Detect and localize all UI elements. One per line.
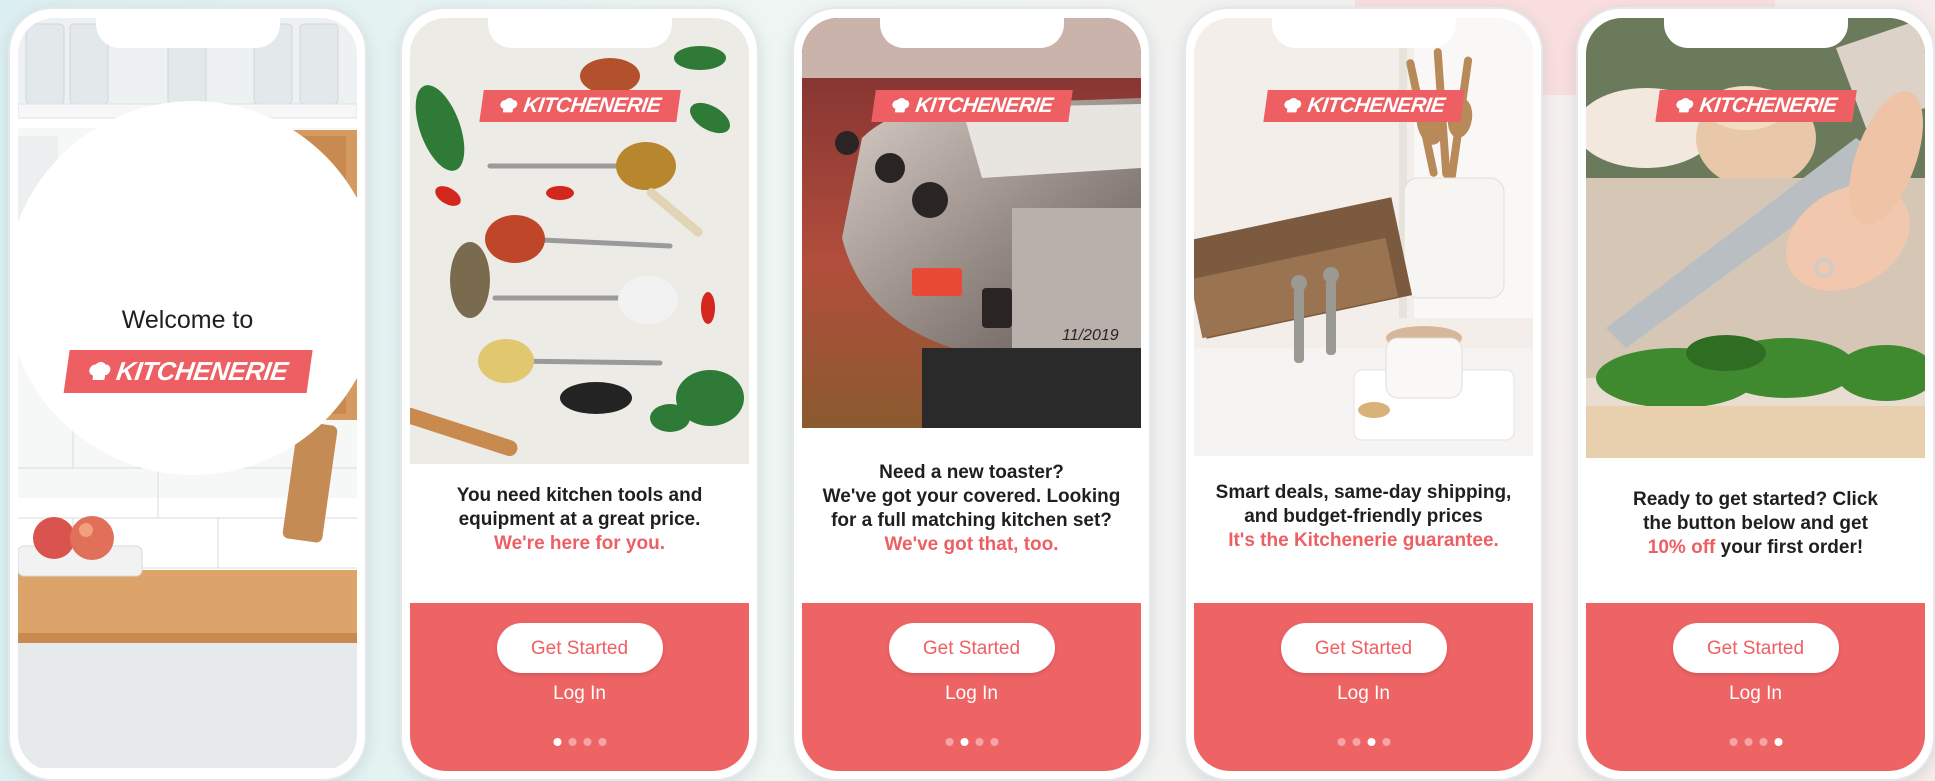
copy-line: We've got your covered. Looking: [822, 486, 1121, 507]
copy-line: and budget-friendly prices: [1244, 506, 1483, 527]
copy-line: the button below and get: [1643, 513, 1868, 534]
page-dot[interactable]: [1744, 738, 1752, 746]
logo-text: KITCHENERIE: [913, 94, 1054, 117]
copy-line: Smart deals, same-day shipping,: [1215, 482, 1512, 503]
onboarding-screen-4: KITCHENERIE Ready to get started? Click …: [1586, 18, 1925, 771]
brand-logo: KITCHENERIE: [478, 90, 681, 122]
copy-line: Need a new toaster?: [879, 462, 1064, 483]
phone-welcome: Welcome to KITCHENERIE: [8, 7, 367, 781]
onboarding-copy: You need kitchen tools and equipment at …: [420, 484, 739, 556]
toaster-photo: 11/2019: [802, 18, 1141, 428]
onboarding-screen-2: 11/2019 KITCHENERIE Need a new toaster? …: [802, 18, 1141, 771]
log-in-link[interactable]: Log In: [945, 683, 998, 705]
copy-line: for a full matching kitchen set?: [831, 510, 1112, 531]
copy-highlight: We've got that, too.: [884, 534, 1059, 555]
page-dot[interactable]: [1759, 738, 1767, 746]
page-dot[interactable]: [1352, 738, 1360, 746]
log-in-link[interactable]: Log In: [1729, 683, 1782, 705]
copy-highlight: We're here for you.: [494, 533, 665, 554]
brand-logo: KITCHENERIE: [1654, 90, 1857, 122]
logo-text: KITCHENERIE: [114, 356, 290, 386]
phone-onboarding-4: KITCHENERIE Ready to get started? Click …: [1576, 7, 1935, 781]
phone-onboarding-1: KITCHENERIE You need kitchen tools and e…: [400, 7, 759, 781]
copy-highlight: It's the Kitchenerie guarantee.: [1228, 530, 1499, 551]
copy-line-end: your first order!: [1715, 537, 1864, 558]
onboarding-copy: Ready to get started? Click the button b…: [1596, 488, 1915, 560]
brand-logo: KITCHENERIE: [870, 90, 1073, 122]
cta-panel: Get Started Log In: [1194, 603, 1533, 771]
chef-hat-icon: [1283, 98, 1301, 113]
page-dot-active[interactable]: [1774, 738, 1782, 746]
phone-notch: [1663, 18, 1848, 48]
chef-hat-icon: [88, 361, 110, 380]
page-dot-active[interactable]: [553, 738, 561, 746]
cta-panel: Get Started Log In: [410, 603, 749, 771]
get-started-button[interactable]: Get Started: [496, 623, 663, 673]
welcome-heading: Welcome to: [121, 306, 254, 334]
copy-highlight: 10% off: [1647, 537, 1716, 558]
copy-line: equipment at a great price.: [458, 509, 701, 530]
brand-logo: KITCHENERIE: [63, 350, 312, 393]
brand-logo: KITCHENERIE: [1262, 90, 1465, 122]
logo-text: KITCHENERIE: [521, 94, 662, 117]
onboarding-screen-1: KITCHENERIE You need kitchen tools and e…: [410, 18, 749, 771]
utensils-photo: [1194, 18, 1533, 456]
spices-photo: [410, 18, 749, 464]
page-indicator: [1729, 738, 1782, 746]
page-indicator: [553, 738, 606, 746]
copy-line: You need kitchen tools and: [456, 485, 703, 506]
page-dot[interactable]: [598, 738, 606, 746]
copy-line: Ready to get started? Click: [1633, 489, 1878, 510]
page-dot-active[interactable]: [1367, 738, 1375, 746]
svg-text:11/2019: 11/2019: [1062, 327, 1119, 344]
get-started-button[interactable]: Get Started: [888, 623, 1055, 673]
chef-hat-icon: [1675, 98, 1693, 113]
log-in-link[interactable]: Log In: [553, 683, 606, 705]
page-dot[interactable]: [568, 738, 576, 746]
page-dot[interactable]: [1729, 738, 1737, 746]
page-dot[interactable]: [583, 738, 591, 746]
page-dot[interactable]: [1382, 738, 1390, 746]
phone-notch: [487, 18, 672, 48]
page-indicator: [1337, 738, 1390, 746]
page-dot[interactable]: [945, 738, 953, 746]
page-dot[interactable]: [990, 738, 998, 746]
phone-onboarding-3: KITCHENERIE Smart deals, same-day shippi…: [1184, 7, 1543, 781]
logo-text: KITCHENERIE: [1697, 94, 1838, 117]
cta-panel: Get Started Log In: [1586, 603, 1925, 771]
phone-notch: [879, 18, 1064, 48]
get-started-button[interactable]: Get Started: [1280, 623, 1447, 673]
chopping-herbs-photo: [1586, 18, 1925, 458]
page-dot[interactable]: [975, 738, 983, 746]
logo-text: KITCHENERIE: [1305, 94, 1446, 117]
cta-panel: Get Started Log In: [802, 603, 1141, 771]
log-in-link[interactable]: Log In: [1337, 683, 1390, 705]
kitchen-shelf-photo: [18, 18, 357, 768]
get-started-button[interactable]: Get Started: [1672, 623, 1839, 673]
chef-hat-icon: [499, 98, 517, 113]
onboarding-screen-3: KITCHENERIE Smart deals, same-day shippi…: [1194, 18, 1533, 771]
page-indicator: [945, 738, 998, 746]
phone-notch: [95, 18, 280, 48]
copy-line-offer: 10% off your first order!: [1596, 536, 1915, 560]
page-dot-active[interactable]: [960, 738, 968, 746]
welcome-screen: Welcome to KITCHENERIE: [18, 18, 357, 771]
phone-notch: [1271, 18, 1456, 48]
chef-hat-icon: [891, 98, 909, 113]
page-dot[interactable]: [1337, 738, 1345, 746]
onboarding-copy: Smart deals, same-day shipping, and budg…: [1204, 481, 1523, 553]
phone-onboarding-2: 11/2019 KITCHENERIE Need a new toaster? …: [792, 7, 1151, 781]
onboarding-copy: Need a new toaster? We've got your cover…: [812, 461, 1131, 557]
